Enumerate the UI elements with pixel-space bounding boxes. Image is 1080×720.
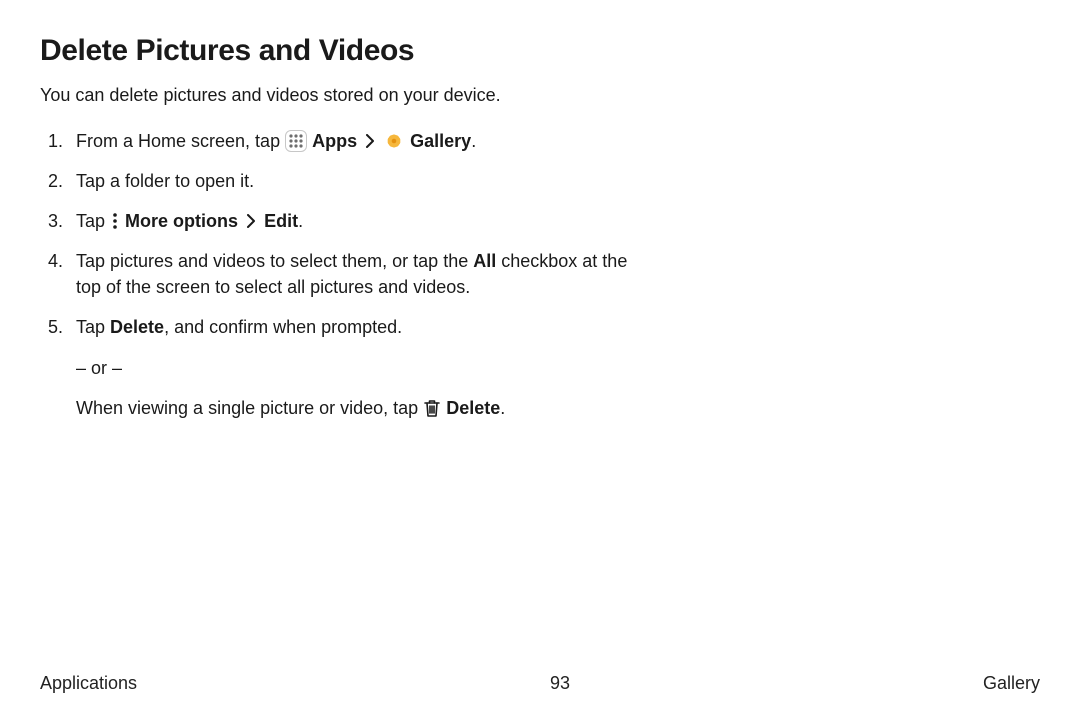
document-page: Delete Pictures and Videos You can delet… (0, 0, 1080, 720)
step-1-period: . (471, 131, 476, 151)
page-title: Delete Pictures and Videos (40, 34, 1040, 68)
gallery-label: Gallery (410, 131, 471, 151)
chevron-right-icon (365, 134, 375, 148)
more-options-icon (110, 211, 120, 231)
step-2: Tap a folder to open it. (68, 165, 628, 197)
footer-page-number: 93 (550, 673, 570, 694)
step-5: Tap Delete, and confirm when prompted. –… (68, 311, 628, 423)
page-footer: Applications 93 Gallery (0, 673, 1080, 694)
step-5-alt-post: . (500, 398, 505, 418)
step-3-period: . (298, 211, 303, 231)
step-4-text-pre: Tap pictures and videos to select them, … (76, 251, 473, 271)
apps-icon (285, 130, 307, 152)
step-5-text-post: , and confirm when prompted. (164, 317, 402, 337)
step-3-text-pre: Tap (76, 211, 110, 231)
delete-label-2: Delete (446, 398, 500, 418)
gallery-icon (383, 130, 405, 152)
footer-right: Gallery (983, 673, 1040, 694)
instruction-list: From a Home screen, tap Apps (40, 125, 628, 432)
step-5-alt-pre: When viewing a single picture or video, … (76, 398, 423, 418)
step-5-alt: When viewing a single picture or video, … (76, 395, 628, 421)
intro-paragraph: You can delete pictures and videos store… (40, 82, 560, 109)
step-1-text-pre: From a Home screen, tap (76, 131, 285, 151)
more-options-label: More options (125, 211, 238, 231)
step-4: Tap pictures and videos to select them, … (68, 245, 628, 303)
delete-label: Delete (110, 317, 164, 337)
chevron-right-icon (246, 214, 256, 228)
step-3: Tap More options Edit. (68, 205, 628, 237)
apps-label: Apps (312, 131, 357, 151)
all-label: All (473, 251, 496, 271)
step-5-or: – or – (76, 355, 628, 381)
trash-icon (423, 398, 441, 418)
footer-left: Applications (40, 673, 137, 694)
edit-label: Edit (264, 211, 298, 231)
step-5-text-pre: Tap (76, 317, 110, 337)
step-1: From a Home screen, tap Apps (68, 125, 628, 157)
